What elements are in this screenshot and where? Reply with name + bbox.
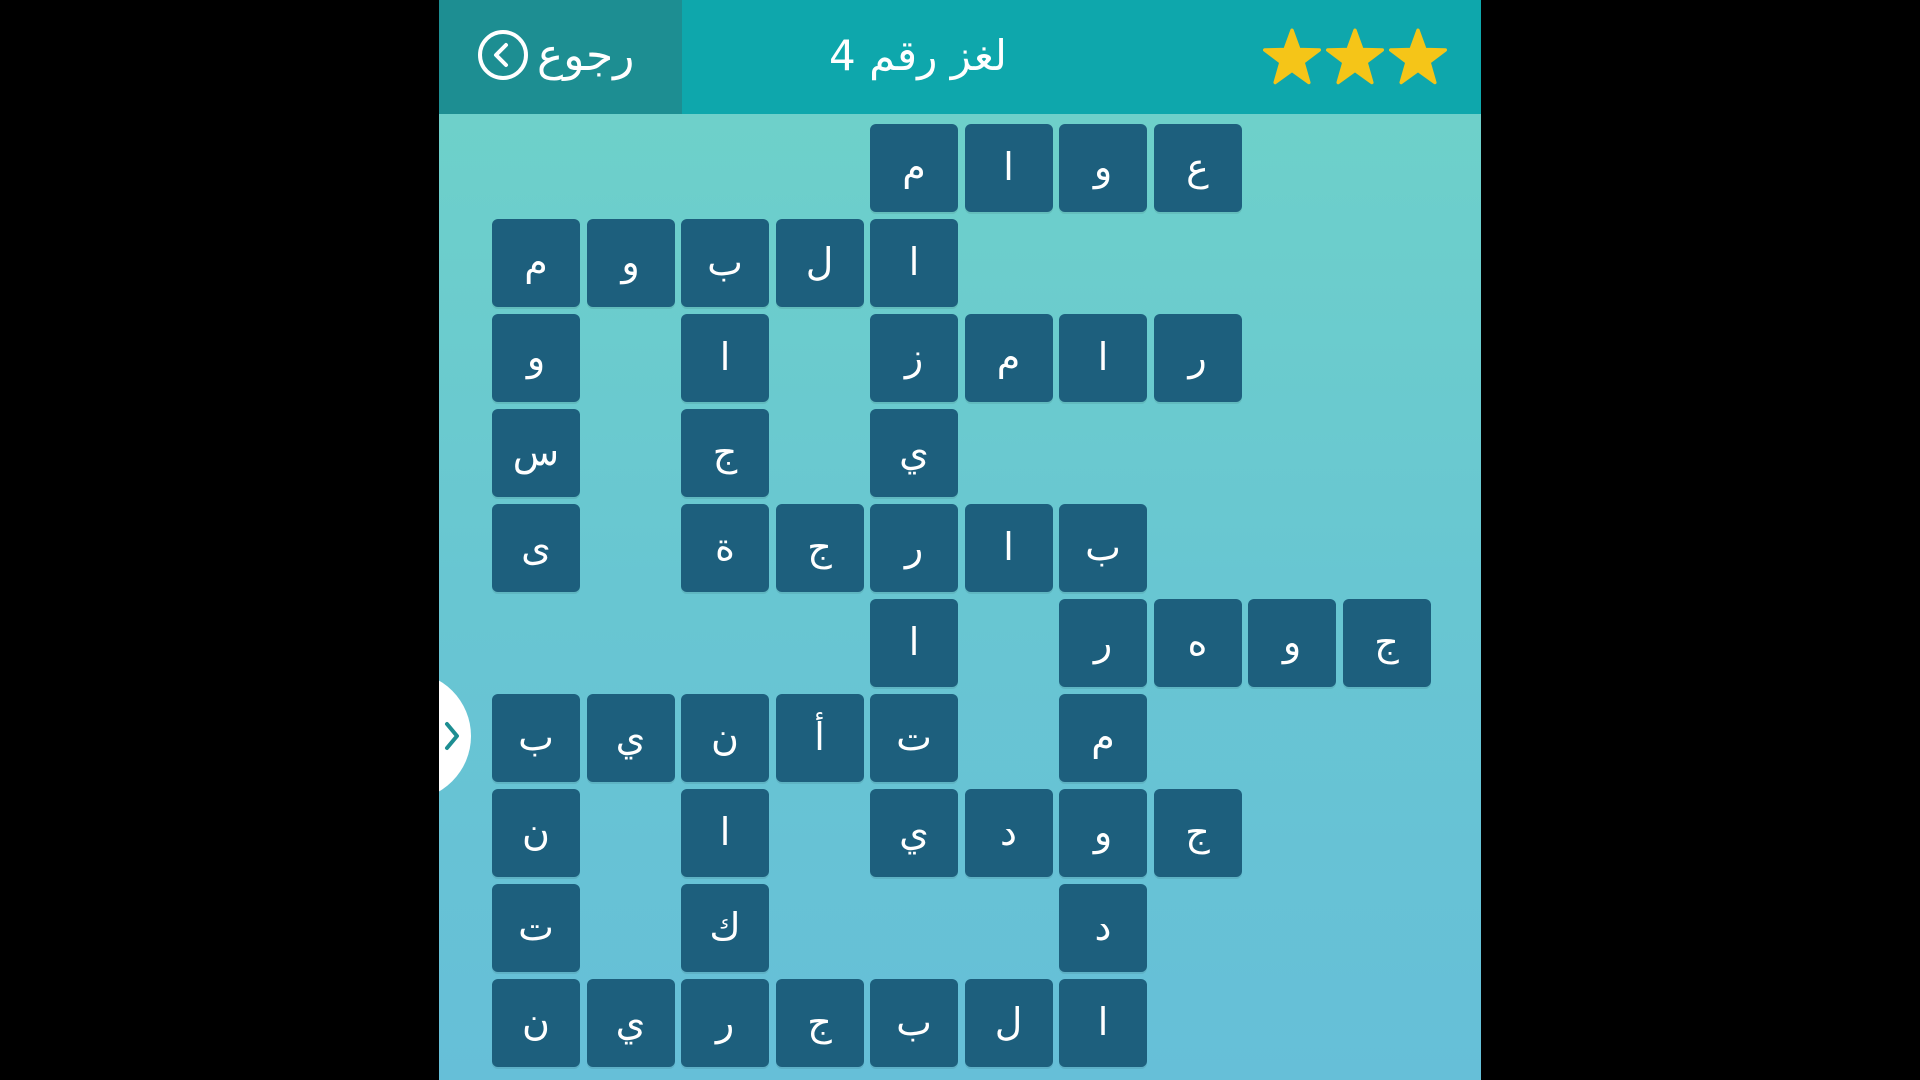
- letter-tile[interactable]: ج: [1153, 789, 1242, 877]
- letter-tile[interactable]: ر: [1059, 599, 1147, 687]
- letter-tile[interactable]: ة: [681, 504, 769, 592]
- letter-tile[interactable]: ج: [775, 979, 864, 1067]
- letter-tile[interactable]: ر: [870, 504, 958, 592]
- letter-tile[interactable]: ج: [681, 409, 769, 497]
- letter-tile[interactable]: ب: [492, 694, 580, 782]
- letter-tile[interactable]: ا: [1059, 314, 1147, 402]
- letter-tile[interactable]: ا: [870, 599, 958, 687]
- game-screen: رجوع لغز رقم 4 ماوعموبلاوازمارسجيىةجرابا…: [439, 0, 1481, 1080]
- letter-tile[interactable]: د: [1059, 884, 1147, 972]
- letter-tile[interactable]: ا: [1059, 979, 1147, 1067]
- letter-tile[interactable]: م: [870, 124, 958, 212]
- letter-tile[interactable]: ا: [870, 219, 958, 307]
- letter-tile[interactable]: ع: [1153, 124, 1242, 212]
- letter-tile[interactable]: م: [964, 314, 1053, 402]
- letter-tile[interactable]: أ: [775, 694, 864, 782]
- letter-tile[interactable]: د: [964, 789, 1053, 877]
- letter-tile[interactable]: ر: [681, 979, 769, 1067]
- letter-tile[interactable]: و: [1059, 124, 1147, 212]
- letter-tile[interactable]: ي: [870, 409, 958, 497]
- letter-tile[interactable]: ب: [1059, 504, 1147, 592]
- letter-tile[interactable]: ه: [1153, 599, 1242, 687]
- letter-tile[interactable]: ي: [870, 789, 958, 877]
- letter-tile[interactable]: ي: [586, 979, 675, 1067]
- letter-tile[interactable]: ن: [492, 979, 580, 1067]
- letter-tile[interactable]: س: [492, 409, 580, 497]
- letter-tile[interactable]: و: [586, 219, 675, 307]
- letter-tile[interactable]: و: [1248, 599, 1336, 687]
- chevron-right-icon: [445, 722, 459, 750]
- letter-tile[interactable]: ي: [586, 694, 675, 782]
- letter-tile[interactable]: م: [492, 219, 580, 307]
- letter-tile[interactable]: ز: [870, 314, 958, 402]
- letter-tile[interactable]: و: [492, 314, 580, 402]
- letter-tile[interactable]: ت: [870, 694, 958, 782]
- letter-tile[interactable]: ر: [1153, 314, 1242, 402]
- letter-tile[interactable]: ا: [681, 789, 769, 877]
- letter-tile[interactable]: ل: [775, 219, 864, 307]
- crossword-grid: ماوعموبلاوازمارسجيىةجرابارهوجبينأتمنايدو…: [439, 0, 1481, 1080]
- letter-tile[interactable]: ك: [681, 884, 769, 972]
- letter-tile[interactable]: ج: [775, 504, 864, 592]
- letter-tile[interactable]: ب: [870, 979, 958, 1067]
- letter-tile[interactable]: ل: [964, 979, 1053, 1067]
- letter-tile[interactable]: ت: [492, 884, 580, 972]
- letter-tile[interactable]: م: [1059, 694, 1147, 782]
- letter-tile[interactable]: ب: [681, 219, 769, 307]
- letter-tile[interactable]: ا: [964, 504, 1053, 592]
- letter-tile[interactable]: ج: [1342, 599, 1431, 687]
- letter-tile[interactable]: ا: [964, 124, 1053, 212]
- letter-tile[interactable]: ا: [681, 314, 769, 402]
- letter-tile[interactable]: ن: [492, 789, 580, 877]
- letter-tile[interactable]: ى: [492, 504, 580, 592]
- letter-tile[interactable]: ن: [681, 694, 769, 782]
- letter-tile[interactable]: و: [1059, 789, 1147, 877]
